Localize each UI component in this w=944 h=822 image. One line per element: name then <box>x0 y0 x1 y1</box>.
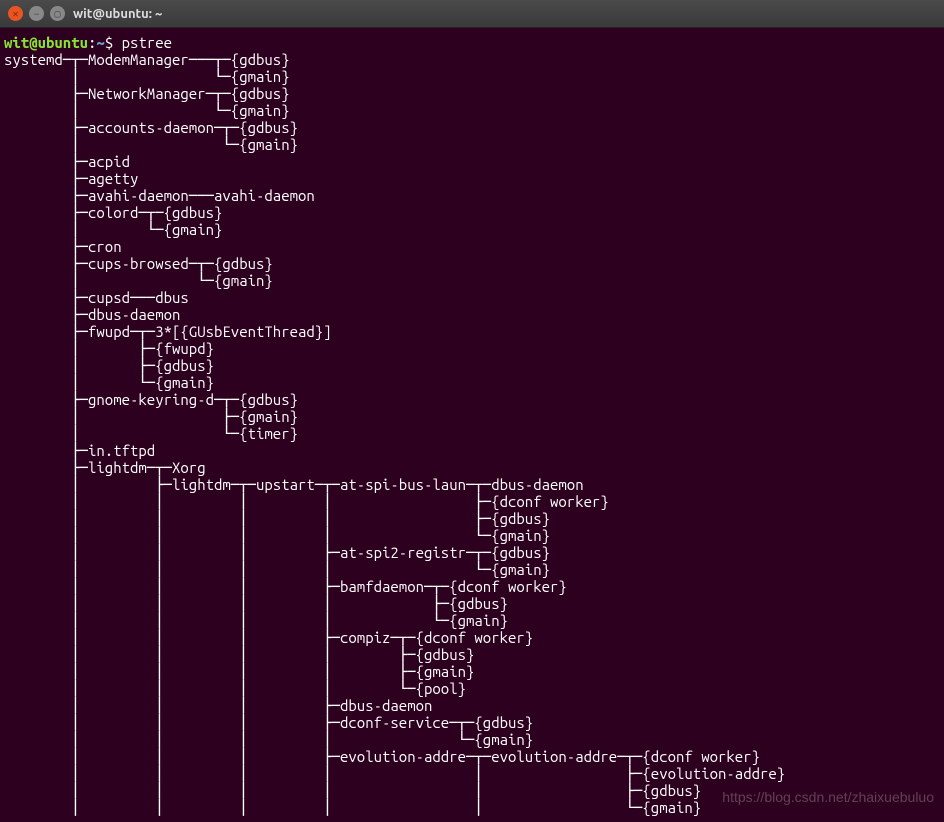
minimize-icon[interactable]: − <box>29 6 44 21</box>
pstree-output: systemd─┬─ModemManager───┬─{gdbus} │ └─{… <box>4 51 785 816</box>
prompt-user-host: wit@ubuntu <box>4 34 88 51</box>
prompt-path: ~ <box>96 34 104 51</box>
prompt-dollar: $ <box>105 34 122 51</box>
watermark: https://blog.csdn.net/zhaixuebuluo <box>722 789 934 805</box>
command-text: pstree <box>122 34 172 51</box>
close-icon[interactable]: ✕ <box>8 6 23 21</box>
titlebar: ✕ − ▢ wit@ubuntu: ~ <box>0 0 944 28</box>
maximize-icon[interactable]: ▢ <box>50 6 65 21</box>
window-title: wit@ubuntu: ~ <box>73 7 162 21</box>
terminal[interactable]: wit@ubuntu:~$ pstree systemd─┬─ModemMana… <box>0 28 944 822</box>
window-controls: ✕ − ▢ <box>8 6 65 21</box>
